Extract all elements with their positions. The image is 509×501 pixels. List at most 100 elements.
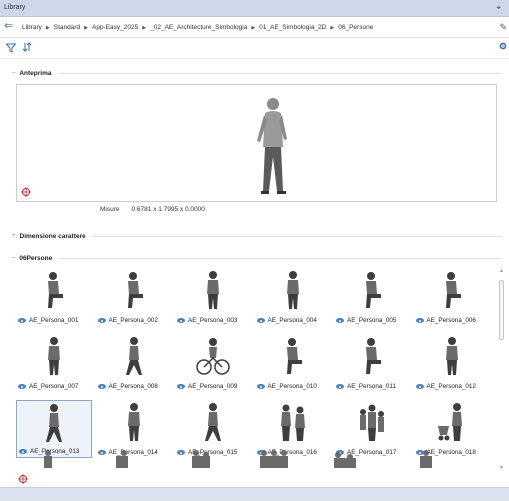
- scrollbar-thumb[interactable]: [499, 280, 504, 340]
- breadcrumb-item[interactable]: 01_AE_Simbologia_2D: [259, 24, 326, 31]
- item-caption: AE_Persona_005: [336, 317, 396, 324]
- library-item[interactable]: AE_Persona_008: [96, 334, 172, 392]
- collapse-caret-icon[interactable]: –: [12, 255, 15, 261]
- measure-row: Misure 0.6781 x 1.7995 x 0.0000: [100, 206, 205, 213]
- item-caption: AE_Persona_009: [177, 383, 237, 390]
- item-label: AE_Persona_002: [108, 317, 158, 324]
- visibility-eye-icon[interactable]: [177, 384, 185, 389]
- person-thumbnail: [119, 336, 149, 378]
- library-item[interactable]: AE_Persona_005: [334, 268, 410, 326]
- item-caption: AE_Persona_008: [97, 383, 158, 390]
- section-label: Dimensione carattere: [19, 232, 86, 240]
- item-caption: AE_Persona_010: [256, 383, 317, 390]
- filter-icon[interactable]: [6, 43, 16, 53]
- visibility-eye-icon[interactable]: [97, 318, 106, 323]
- sort-icon[interactable]: [22, 42, 32, 52]
- visibility-eye-icon[interactable]: [256, 384, 265, 389]
- person-thumbnail: [276, 402, 310, 444]
- settings-gear-icon[interactable]: [499, 42, 507, 50]
- library-item[interactable]: AE_Persona_011: [334, 334, 410, 392]
- breadcrumb-item[interactable]: Library: [22, 24, 42, 31]
- person-thumbnail: [119, 402, 149, 444]
- library-item[interactable]: AE_Persona_002: [96, 268, 172, 326]
- item-label: AE_Persona_007: [29, 383, 79, 390]
- breadcrumb-item[interactable]: Standard: [54, 24, 80, 31]
- measure-label: Misure: [100, 206, 120, 213]
- section-header-preview[interactable]: – Anteprima: [12, 67, 502, 79]
- library-toolbar: [0, 38, 509, 59]
- section-divider: [57, 72, 502, 74]
- insertion-point-icon: [18, 474, 28, 484]
- breadcrumb-separator-icon: ▶: [84, 24, 88, 31]
- item-label: AE_Persona_010: [267, 383, 317, 390]
- breadcrumb-item[interactable]: _02_AE_Architecture_Simbologia: [150, 24, 247, 31]
- visibility-eye-icon[interactable]: [415, 318, 424, 323]
- library-item[interactable]: AE_Persona_012: [414, 334, 490, 392]
- section-label: 06Persone: [19, 254, 53, 262]
- breadcrumb-separator-icon: ▶: [330, 24, 335, 31]
- library-item[interactable]: AE_Persona_004: [255, 268, 331, 326]
- scrollbar[interactable]: ▲ ▼: [498, 268, 505, 473]
- insertion-point-icon: [21, 187, 31, 197]
- item-label: AE_Persona_001: [29, 317, 79, 324]
- person-thumbnail: [198, 270, 228, 312]
- person-thumbnail: [437, 336, 467, 378]
- item-label: AE_Persona_012: [426, 383, 476, 390]
- library-item[interactable]: AE_Persona_001: [16, 268, 92, 326]
- section-divider: [91, 235, 502, 237]
- item-label: AE_Persona_005: [347, 317, 397, 324]
- visibility-eye-icon[interactable]: [18, 318, 26, 323]
- person-thumbnail: [196, 336, 230, 378]
- person-thumbnail: [278, 336, 308, 378]
- breadcrumb-item[interactable]: App-Easy_2025: [92, 24, 138, 31]
- library-titlebar: Library ⌖: [0, 0, 509, 17]
- item-caption: AE_Persona_012: [415, 383, 476, 390]
- breadcrumb-separator-icon: ▶: [45, 24, 50, 31]
- visibility-eye-icon[interactable]: [97, 384, 106, 389]
- scroll-down-icon[interactable]: ▼: [498, 465, 505, 473]
- visibility-eye-icon[interactable]: [177, 318, 185, 323]
- section-header-font-size[interactable]: + Dimensione carattere: [12, 230, 502, 242]
- visibility-eye-icon[interactable]: [18, 384, 26, 389]
- section-label: Anteprima: [19, 69, 52, 77]
- item-caption: AE_Persona_004: [256, 317, 317, 324]
- pin-icon[interactable]: ⌖: [496, 3, 501, 13]
- library-item[interactable]: AE_Persona_009: [175, 334, 251, 392]
- person-thumbnail: [355, 402, 389, 444]
- person-thumbnail: [119, 270, 149, 312]
- visibility-eye-icon[interactable]: [415, 384, 424, 389]
- item-label: AE_Persona_004: [267, 317, 317, 324]
- item-label: AE_Persona_006: [426, 317, 476, 324]
- item-label: AE_Persona_011: [347, 383, 396, 390]
- section-divider: [58, 257, 502, 259]
- item-label: AE_Persona_003: [188, 317, 238, 324]
- status-footer: [0, 487, 509, 501]
- collapse-caret-icon[interactable]: –: [12, 70, 15, 76]
- person-thumbnail: [198, 402, 228, 444]
- breadcrumb-item-current[interactable]: 06_Persone: [338, 24, 373, 31]
- library-item[interactable]: AE_Persona_007: [16, 334, 92, 392]
- library-item[interactable]: AE_Persona_010: [255, 334, 331, 392]
- item-grid: AE_Persona_001 AE_Persona_002 AE_Persona_0…: [16, 268, 494, 468]
- edit-path-icon[interactable]: ✎: [499, 22, 507, 33]
- next-row-preview: [44, 450, 432, 468]
- visibility-eye-icon[interactable]: [256, 318, 265, 323]
- library-item[interactable]: AE_Persona_003: [175, 268, 251, 326]
- window-title: Library: [4, 4, 26, 11]
- library-item[interactable]: AE_Persona_006: [414, 268, 490, 326]
- breadcrumb-separator-icon: ▶: [142, 24, 147, 31]
- item-caption: AE_Persona_007: [18, 383, 78, 390]
- item-caption: AE_Persona_006: [415, 317, 476, 324]
- visibility-eye-icon[interactable]: [336, 318, 344, 323]
- breadcrumb-bar: ⇐ Library ▶ Standard ▶ App-Easy_2025 ▶ _…: [0, 17, 509, 38]
- visibility-eye-icon[interactable]: [336, 384, 344, 389]
- back-arrow-icon[interactable]: ⇐: [4, 21, 13, 32]
- breadcrumb: Library ▶ Standard ▶ App-Easy_2025 ▶ _02…: [22, 24, 373, 31]
- item-label: AE_Persona_009: [188, 383, 238, 390]
- person-walking-preview: [257, 98, 287, 194]
- item-caption: AE_Persona_003: [177, 317, 237, 324]
- scroll-up-icon[interactable]: ▲: [498, 268, 505, 276]
- section-header-group[interactable]: – 06Persone: [12, 252, 502, 264]
- expand-caret-icon[interactable]: +: [12, 233, 16, 239]
- person-thumbnail: [437, 270, 467, 312]
